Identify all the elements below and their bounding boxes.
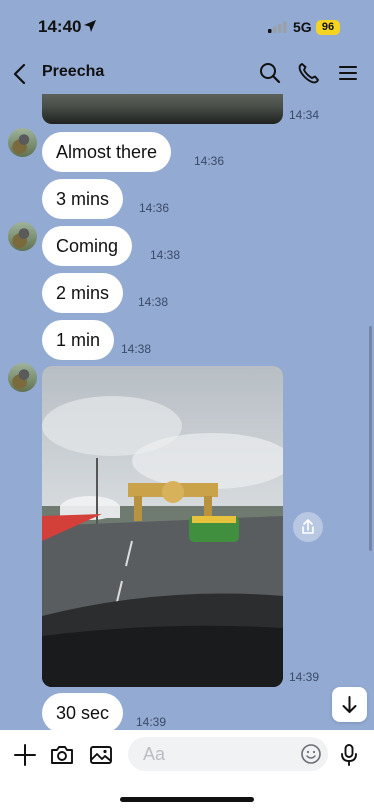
message-input[interactable]: Aa [128,737,328,771]
message-bubble[interactable]: Almost there [42,132,172,172]
home-indicator [120,797,254,802]
composer-bar: Aa [0,730,374,810]
location-arrow-icon [84,20,96,32]
message-time: 14:36 [194,154,225,168]
chat-header: Preecha [0,54,374,94]
plus-icon[interactable] [12,742,38,768]
camera-icon[interactable] [49,742,75,768]
message-time: 14:36 [139,201,170,215]
search-icon[interactable] [257,60,283,86]
message-bubble[interactable]: 30 sec [42,693,124,730]
message-bubble[interactable]: 3 mins [42,179,124,219]
message-bubble[interactable]: 2 mins [42,273,124,313]
chat-messages[interactable]: 14:34 Almost there 14:36 3 mins 14:36 Co… [0,94,374,730]
message-time: 14:39 [289,670,320,684]
message-bubble[interactable]: 1 min [42,320,115,360]
video-thumbnail [42,366,283,687]
message-time: 14:39 [136,715,167,729]
network-type: 5G [293,19,312,35]
message-time: 14:38 [150,248,181,262]
message-time: 14:38 [121,342,152,356]
microphone-icon[interactable] [336,742,362,768]
status-bar: 14:40 5G 96 [0,0,374,54]
video-message[interactable] [42,366,283,687]
message-time: 14:34 [289,108,320,122]
scrollbar[interactable] [369,326,372,551]
back-chevron-icon[interactable] [10,60,30,88]
message-bubble[interactable]: Coming [42,226,133,266]
message-input-placeholder: Aa [143,744,166,764]
signal-icon [268,21,287,33]
image-icon[interactable] [88,742,114,768]
share-icon[interactable] [293,512,323,542]
photo-message[interactable] [42,94,283,124]
phone-icon[interactable] [296,60,322,86]
menu-icon[interactable] [335,60,361,86]
emoji-icon[interactable] [300,743,322,765]
status-time: 14:40 [38,17,82,36]
contact-name[interactable]: Preecha [42,63,104,81]
arrow-down-icon[interactable] [332,687,367,722]
avatar[interactable] [8,222,37,251]
avatar[interactable] [8,363,37,392]
message-time: 14:38 [138,295,169,309]
avatar[interactable] [8,128,37,157]
battery-badge: 96 [316,20,340,35]
